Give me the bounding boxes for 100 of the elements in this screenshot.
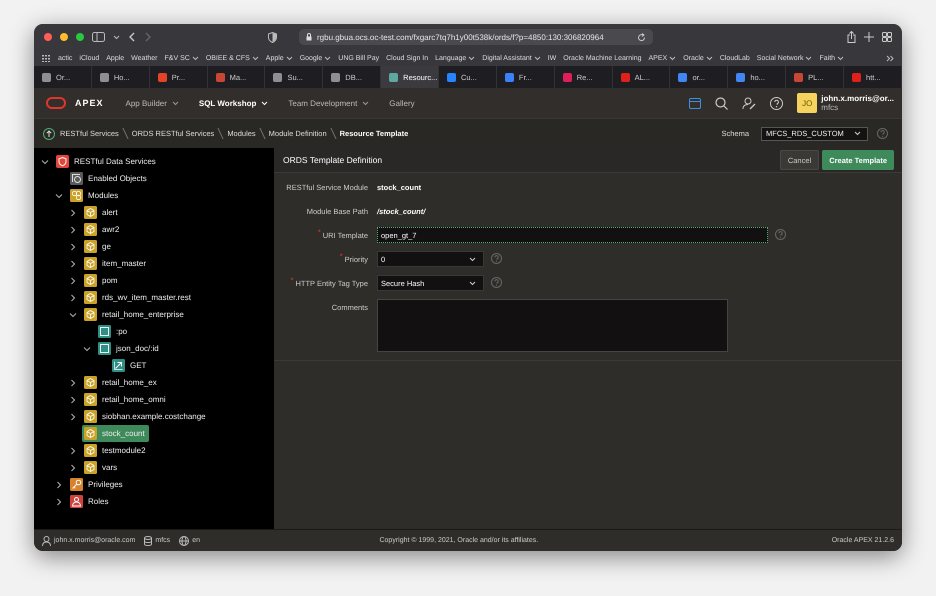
chevron-down-icon[interactable]: [55, 192, 63, 200]
tree-label: siobhan.example.costchange: [102, 412, 206, 421]
forward-icon: [144, 32, 152, 42]
user-avatar[interactable]: JO: [797, 93, 818, 113]
nav-menu[interactable]: Gallery: [389, 98, 415, 108]
tree-node[interactable]: stock_count: [82, 425, 149, 442]
chevron-down-icon: [113, 34, 120, 40]
tree-label: Enabled Objects: [88, 174, 147, 183]
tree-node[interactable]: retail_home_enterprise: [82, 306, 188, 323]
nav-menu[interactable]: SQL Workshop: [198, 98, 268, 108]
back-icon[interactable]: [128, 32, 136, 42]
tree-node[interactable]: retail_home_ex: [82, 374, 161, 391]
cube-icon: [84, 308, 97, 321]
new-tab-icon[interactable]: [864, 32, 874, 42]
tree-node[interactable]: json_doc/:id: [96, 340, 163, 357]
tree-node[interactable]: retail_home_omni: [82, 391, 170, 408]
cube-icon: [84, 240, 97, 253]
tree-label: vars: [102, 463, 118, 472]
chevron-down-icon: [805, 56, 812, 60]
chevron-down-icon: [261, 100, 268, 106]
tree-node[interactable]: Enabled Objects: [68, 170, 151, 187]
close-button[interactable]: [44, 33, 52, 41]
tree-node[interactable]: Roles: [68, 493, 112, 510]
tree-node[interactable]: siobhan.example.costchange: [82, 408, 210, 425]
tree-label: item_master: [102, 259, 146, 268]
chevron-down-icon: [172, 100, 179, 106]
search-icon[interactable]: [715, 96, 728, 110]
maximize-button[interactable]: [76, 33, 84, 41]
required-mark: *: [290, 276, 294, 285]
chevron-right-icon[interactable]: [69, 294, 77, 302]
chevron-right-icon[interactable]: [69, 378, 77, 386]
tree-label: testmodule2: [102, 446, 146, 455]
chevron-right-icon[interactable]: [69, 208, 77, 216]
calendar-icon[interactable]: [689, 97, 702, 109]
tree-node[interactable]: rds_wv_item_master.rest: [82, 289, 195, 306]
chevron-right-icon[interactable]: [69, 226, 77, 234]
tree-node[interactable]: :po: [96, 323, 132, 340]
sidebar-icon[interactable]: [92, 32, 105, 42]
tree-label: ge: [102, 242, 111, 251]
share-icon[interactable]: [847, 31, 856, 43]
tree-node[interactable]: pom: [82, 272, 122, 289]
cube-icon: [84, 461, 97, 474]
tree-node[interactable]: ge: [82, 238, 115, 255]
tree-label: Privileges: [88, 480, 123, 489]
user-icon: [42, 536, 51, 546]
tree-node[interactable]: RESTful Data Services: [54, 153, 160, 170]
chevron-down-icon[interactable]: [69, 310, 77, 318]
comments-field[interactable]: [377, 299, 728, 352]
tree-label: alert: [102, 208, 118, 217]
tree-node[interactable]: testmodule2: [82, 442, 150, 459]
tree-node[interactable]: Modules: [68, 187, 122, 204]
tree-node[interactable]: alert: [82, 204, 122, 221]
user-settings-icon[interactable]: [742, 96, 756, 110]
app-name: APEX: [75, 98, 104, 108]
tab-overview-icon[interactable]: [882, 32, 892, 42]
panel-title: ORDS Template Definition: [283, 155, 384, 165]
tree-label: json_doc/:id: [116, 344, 159, 353]
reload-icon[interactable]: [637, 32, 646, 42]
chevron-right-icon[interactable]: [69, 260, 77, 268]
more-chevron-icon[interactable]: [886, 54, 894, 62]
chevron-down-icon[interactable]: [41, 158, 49, 166]
cube-icon: [84, 393, 97, 406]
chevron-down-icon: [854, 131, 861, 136]
globe-icon: [179, 536, 190, 546]
tree-node[interactable]: GET: [110, 357, 150, 374]
tree-node[interactable]: item_master: [82, 255, 150, 272]
cube-icon: [84, 274, 97, 287]
cube-icon: [84, 257, 97, 270]
chevron-right-icon[interactable]: [69, 242, 77, 250]
tree-node[interactable]: vars: [82, 459, 122, 476]
required-mark: *: [318, 228, 321, 237]
chevron-down-icon[interactable]: [83, 344, 91, 352]
tree-label: Roles: [88, 497, 108, 506]
database-icon: [144, 536, 152, 546]
tree-node[interactable]: Privileges: [68, 476, 127, 493]
shield-icon: [56, 155, 69, 168]
tree-label: GET: [130, 361, 146, 370]
grid-icon[interactable]: [42, 54, 51, 62]
chevron-right-icon[interactable]: [55, 498, 63, 506]
chevron-right-icon[interactable]: [69, 446, 77, 454]
key-icon: [70, 478, 83, 491]
chevron-right-icon[interactable]: [69, 464, 77, 472]
tree-label: Modules: [88, 191, 118, 200]
chevron-down-icon: [468, 56, 476, 60]
nav-menu[interactable]: Team Development: [288, 98, 370, 108]
handler-icon: [112, 359, 125, 372]
minimize-button[interactable]: [60, 33, 68, 41]
chevron-down-icon: [192, 56, 199, 60]
chevron-right-icon[interactable]: [69, 412, 77, 420]
nav-menu[interactable]: App Builder: [126, 98, 179, 108]
chevron-down-icon: [469, 256, 476, 262]
up-arrow-icon[interactable]: [43, 128, 55, 140]
chevron-right-icon[interactable]: [55, 480, 63, 488]
chevron-right-icon[interactable]: [69, 276, 77, 284]
template-icon: [98, 342, 111, 355]
chevron-right-icon[interactable]: [69, 396, 77, 404]
address-bar[interactable]: rgbu.gbua.ocs.oc-test.com/fxgarc7tq7h1y00t538k/ords/f?p=4850:130:306820964: [299, 29, 653, 45]
tree-label: RESTful Data Services: [74, 157, 156, 166]
tree-node[interactable]: awr2: [82, 221, 124, 238]
tree-label: pom: [102, 276, 118, 285]
